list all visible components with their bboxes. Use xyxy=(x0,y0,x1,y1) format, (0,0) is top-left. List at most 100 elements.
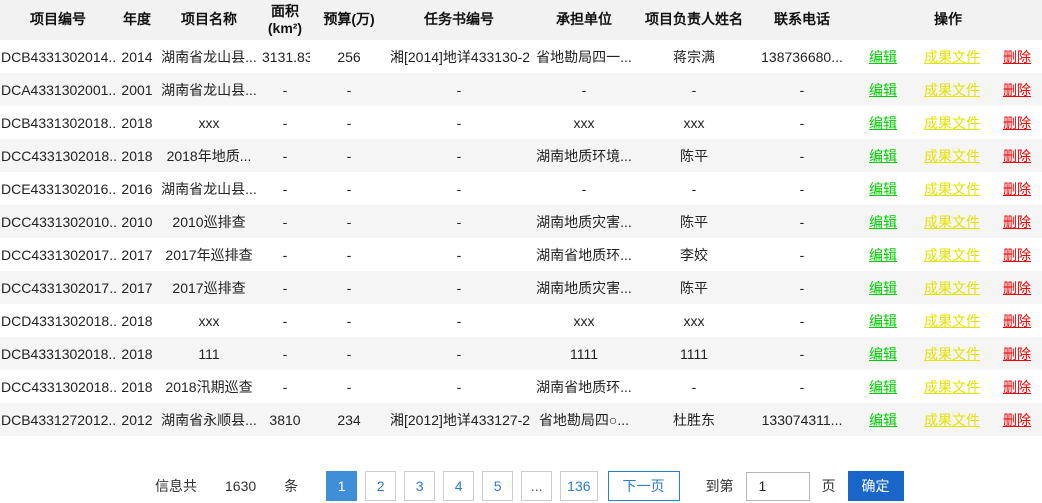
cell-operation: 删除 xyxy=(992,172,1042,205)
page-button-4[interactable]: 4 xyxy=(443,471,474,501)
edit-link[interactable]: 编辑 xyxy=(869,82,897,98)
confirm-button[interactable]: 确定 xyxy=(848,471,904,501)
cell-operation: 成果文件 xyxy=(912,238,992,271)
delete-link[interactable]: 删除 xyxy=(1003,82,1031,98)
next-page-button[interactable]: 下一页 xyxy=(608,471,680,501)
record-count-info: 信息共 1630 条 xyxy=(155,476,298,496)
table-row: DCC4331302018...20182018年地质...---湖南地质环境.… xyxy=(0,139,1042,172)
cell-operation: 删除 xyxy=(992,403,1042,436)
delete-link[interactable]: 删除 xyxy=(1003,214,1031,230)
page-button-136[interactable]: 136 xyxy=(560,471,597,501)
edit-link[interactable]: 编辑 xyxy=(869,148,897,164)
result-file-link[interactable]: 成果文件 xyxy=(924,82,980,98)
edit-link[interactable]: 编辑 xyxy=(869,313,897,329)
cell-operation: 成果文件 xyxy=(912,40,992,73)
projects-table: 项目编号 年度 项目名称 面积 (km²) 预算(万) 任务书编号 承担单位 项… xyxy=(0,0,1042,436)
cell-year: 2018 xyxy=(116,106,158,139)
edit-link[interactable]: 编辑 xyxy=(869,280,897,296)
delete-link[interactable]: 删除 xyxy=(1003,247,1031,263)
cell-unit: 湖南地质灾害... xyxy=(530,271,638,304)
result-file-link[interactable]: 成果文件 xyxy=(924,247,980,263)
cell-operation: 编辑 xyxy=(854,304,912,337)
result-file-link[interactable]: 成果文件 xyxy=(924,49,980,65)
edit-link[interactable]: 编辑 xyxy=(869,181,897,197)
delete-link[interactable]: 删除 xyxy=(1003,412,1031,428)
cell-operation: 删除 xyxy=(992,304,1042,337)
cell-phone: - xyxy=(750,73,854,106)
delete-link[interactable]: 删除 xyxy=(1003,346,1031,362)
cell-operation: 删除 xyxy=(992,370,1042,403)
cell-operation: 成果文件 xyxy=(912,73,992,106)
cell-budget: 256 xyxy=(310,40,388,73)
edit-link[interactable]: 编辑 xyxy=(869,247,897,263)
info-prefix-label: 信息共 xyxy=(155,476,197,496)
edit-link[interactable]: 编辑 xyxy=(869,412,897,428)
cell-name: 湖南省龙山县... xyxy=(158,172,260,205)
edit-link[interactable]: 编辑 xyxy=(869,214,897,230)
cell-operation: 编辑 xyxy=(854,271,912,304)
cell-unit: - xyxy=(530,172,638,205)
page-button-2[interactable]: 2 xyxy=(365,471,396,501)
result-file-link[interactable]: 成果文件 xyxy=(924,148,980,164)
cell-task-no: - xyxy=(388,271,530,304)
cell-year: 2018 xyxy=(116,370,158,403)
delete-link[interactable]: 删除 xyxy=(1003,148,1031,164)
edit-link[interactable]: 编辑 xyxy=(869,346,897,362)
cell-area: 3131.83 xyxy=(260,40,310,73)
edit-link[interactable]: 编辑 xyxy=(869,49,897,65)
delete-link[interactable]: 删除 xyxy=(1003,379,1031,395)
cell-id: DCB4331302014... xyxy=(0,40,116,73)
delete-link[interactable]: 删除 xyxy=(1003,181,1031,197)
cell-name: 2018年地质... xyxy=(158,139,260,172)
cell-unit: - xyxy=(530,73,638,106)
delete-link[interactable]: 删除 xyxy=(1003,313,1031,329)
cell-name: 2010巡排查 xyxy=(158,205,260,238)
cell-id: DCC4331302017... xyxy=(0,238,116,271)
table-row: DCC4331302017...20172017年巡排查---湖南省地质环...… xyxy=(0,238,1042,271)
result-file-link[interactable]: 成果文件 xyxy=(924,280,980,296)
result-file-link[interactable]: 成果文件 xyxy=(924,115,980,131)
cell-operation: 删除 xyxy=(992,238,1042,271)
cell-id: DCC4331302018... xyxy=(0,370,116,403)
col-header-project-name: 项目名称 xyxy=(158,0,260,40)
cell-operation: 删除 xyxy=(992,139,1042,172)
cell-area: - xyxy=(260,337,310,370)
cell-leader: - xyxy=(638,73,750,106)
cell-phone: - xyxy=(750,139,854,172)
cell-id: DCC4331302018... xyxy=(0,139,116,172)
page-button-3[interactable]: 3 xyxy=(404,471,435,501)
delete-link[interactable]: 删除 xyxy=(1003,115,1031,131)
cell-operation: 编辑 xyxy=(854,40,912,73)
result-file-link[interactable]: 成果文件 xyxy=(924,214,980,230)
col-header-unit: 承担单位 xyxy=(530,0,638,40)
cell-budget: - xyxy=(310,139,388,172)
cell-id: DCE4331302016... xyxy=(0,172,116,205)
cell-name: 2018汛期巡查 xyxy=(158,370,260,403)
result-file-link[interactable]: 成果文件 xyxy=(924,313,980,329)
goto-page-input[interactable] xyxy=(746,472,810,501)
cell-leader: 陈平 xyxy=(638,139,750,172)
cell-unit: 省地勘局四○... xyxy=(530,403,638,436)
cell-operation: 删除 xyxy=(992,271,1042,304)
edit-link[interactable]: 编辑 xyxy=(869,379,897,395)
cell-budget: - xyxy=(310,106,388,139)
page-button-5[interactable]: 5 xyxy=(482,471,513,501)
table-row: DCC4331302018...20182018汛期巡查---湖南省地质环...… xyxy=(0,370,1042,403)
result-file-link[interactable]: 成果文件 xyxy=(924,379,980,395)
cell-year: 2016 xyxy=(116,172,158,205)
edit-link[interactable]: 编辑 xyxy=(869,115,897,131)
cell-name: 111 xyxy=(158,337,260,370)
delete-link[interactable]: 删除 xyxy=(1003,49,1031,65)
cell-operation: 成果文件 xyxy=(912,403,992,436)
result-file-link[interactable]: 成果文件 xyxy=(924,346,980,362)
cell-phone: - xyxy=(750,370,854,403)
cell-operation: 编辑 xyxy=(854,172,912,205)
page-button-1[interactable]: 1 xyxy=(326,471,357,501)
delete-link[interactable]: 删除 xyxy=(1003,280,1031,296)
cell-area: 3810 xyxy=(260,403,310,436)
cell-leader: xxx xyxy=(638,304,750,337)
result-file-link[interactable]: 成果文件 xyxy=(924,181,980,197)
result-file-link[interactable]: 成果文件 xyxy=(924,412,980,428)
cell-leader: 李姣 xyxy=(638,238,750,271)
table-row: DCB4331272012...2012湖南省永顺县...3810234湘[20… xyxy=(0,403,1042,436)
